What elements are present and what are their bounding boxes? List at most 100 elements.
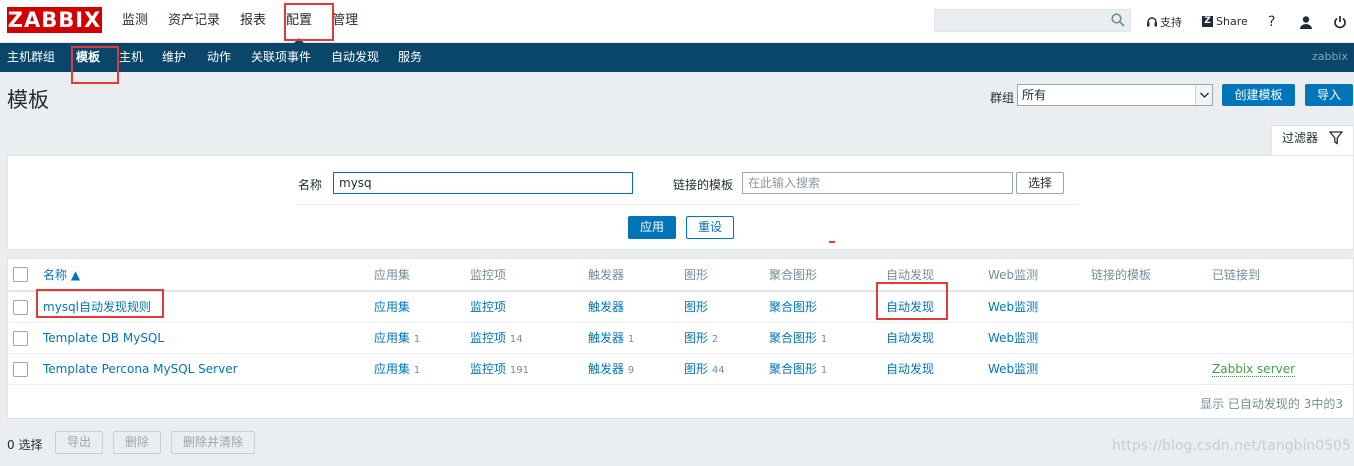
items-link[interactable]: 监控项 xyxy=(470,331,506,345)
screens-link[interactable]: 聚合图形 xyxy=(769,331,817,345)
graphs-count: 2 xyxy=(711,334,719,345)
row-checkbox[interactable] xyxy=(13,362,28,377)
row-checkbox[interactable] xyxy=(13,300,28,315)
linked-host-link[interactable]: Zabbix server xyxy=(1212,362,1296,377)
web-link[interactable]: Web监测 xyxy=(988,292,1038,323)
table-row: mysql自动发现规则 应用集 监控项 触发器 图形 聚合图形 自动发现 Web… xyxy=(8,292,1353,323)
select-button[interactable]: 选择 xyxy=(1016,172,1064,194)
triggers-link[interactable]: 触发器 xyxy=(588,331,624,345)
col-items: 监控项 xyxy=(470,268,507,282)
group-label: 群组 xyxy=(990,91,1015,105)
col-linked-templates: 链接的模板 xyxy=(1091,268,1152,282)
select-all-checkbox[interactable] xyxy=(13,267,28,282)
zabbix-logo[interactable]: ZABBIX xyxy=(7,7,102,33)
table-row: Template DB MySQL 应用集 1 监控项 14 触发器 1 图形 … xyxy=(8,323,1353,354)
discovery-link[interactable]: 自动发现 xyxy=(886,292,934,323)
graphs-link[interactable]: 图形 xyxy=(684,362,708,376)
applications-count: 1 xyxy=(413,334,421,345)
discovery-link[interactable]: 自动发现 xyxy=(886,323,934,354)
graphs-link[interactable]: 图形 xyxy=(684,331,708,345)
discovery-link[interactable]: 自动发现 xyxy=(886,354,934,385)
headset-icon xyxy=(1147,16,1157,26)
nav-inventory[interactable]: 资产记录 xyxy=(158,0,230,43)
applications-link[interactable]: 应用集 xyxy=(374,292,410,323)
main-nav: 监测 资产记录 报表 配置 管理 xyxy=(112,0,368,44)
template-name-link[interactable]: mysql自动发现规则 xyxy=(43,292,151,323)
filter-linked-input[interactable]: 在此输入搜索 xyxy=(742,172,1013,194)
nav-reports[interactable]: 报表 xyxy=(230,0,276,43)
nav-monitoring[interactable]: 监测 xyxy=(112,0,158,43)
screens-link[interactable]: 聚合图形 xyxy=(769,292,817,323)
support-link[interactable]: 支持 xyxy=(1146,0,1182,43)
subnav-maintenance[interactable]: 维护 xyxy=(162,43,186,71)
subnav-correlation[interactable]: 关联项事件 xyxy=(251,43,311,71)
templates-table: 名称 ▲ 应用集 监控项 触发器 图形 聚合图形 自动发现 Web监测 链接的模… xyxy=(7,258,1354,419)
power-icon xyxy=(1334,15,1346,28)
apply-button[interactable]: 应用 xyxy=(628,216,676,239)
sub-nav: 主机群组 模板 主机 维护 动作 关联项事件 自动发现 服务 zabbix xyxy=(0,43,1354,72)
red-mark xyxy=(829,241,835,243)
web-link[interactable]: Web监测 xyxy=(988,323,1038,354)
items-link[interactable]: 监控项 xyxy=(470,292,506,323)
filter-panel: 名称 mysq 链接的模板 在此输入搜索 选择 应用 重设 xyxy=(7,155,1354,250)
nav-configuration[interactable]: 配置 xyxy=(276,0,322,44)
share-link[interactable]: Z Share xyxy=(1202,0,1248,43)
col-applications: 应用集 xyxy=(374,268,411,282)
graphs-link[interactable]: 图形 xyxy=(684,292,708,323)
col-graphs: 图形 xyxy=(684,268,709,282)
user-profile-button[interactable] xyxy=(1299,0,1313,43)
filter-name-label: 名称 xyxy=(298,178,323,192)
filter-name-input[interactable]: mysq xyxy=(333,172,633,194)
subnav-templates[interactable]: 模板 xyxy=(76,43,100,71)
triggers-count: 1 xyxy=(627,334,635,345)
table-row: Template Percona MySQL Server 应用集 1 监控项 … xyxy=(8,354,1353,385)
filter-linked-label: 链接的模板 xyxy=(673,178,734,192)
page-title: 模板 xyxy=(7,88,49,112)
items-count: 191 xyxy=(509,365,529,376)
triggers-link[interactable]: 触发器 xyxy=(588,292,624,323)
col-triggers: 触发器 xyxy=(588,268,625,282)
col-web: Web监测 xyxy=(988,268,1039,282)
group-select[interactable]: 所有 xyxy=(1017,84,1213,106)
delete-clear-button[interactable]: 删除并清除 xyxy=(171,431,255,454)
subnav-discovery[interactable]: 自动发现 xyxy=(331,43,379,71)
subnav-services[interactable]: 服务 xyxy=(398,43,422,71)
chevron-down-icon[interactable] xyxy=(1195,85,1212,105)
reset-button[interactable]: 重设 xyxy=(686,216,734,239)
filter-tab[interactable]: 过滤器 xyxy=(1271,125,1354,156)
filter-linked-placeholder: 在此输入搜索 xyxy=(748,176,821,190)
logout-button[interactable] xyxy=(1333,0,1347,43)
help-button[interactable]: ? xyxy=(1268,0,1275,43)
applications-link[interactable]: 应用集 xyxy=(374,362,410,376)
col-linked-to: 已链接到 xyxy=(1212,268,1261,282)
nav-administration[interactable]: 管理 xyxy=(322,0,368,43)
col-screens: 聚合图形 xyxy=(769,268,818,282)
applications-count: 1 xyxy=(413,365,421,376)
filter-divider xyxy=(296,204,1079,205)
user-icon xyxy=(1300,15,1312,29)
triggers-count: 9 xyxy=(627,365,635,376)
web-link[interactable]: Web监测 xyxy=(988,354,1038,385)
global-search-input[interactable] xyxy=(934,9,1131,32)
delete-button[interactable]: 删除 xyxy=(113,431,161,454)
items-link[interactable]: 监控项 xyxy=(470,362,506,376)
subnav-hosts[interactable]: 主机 xyxy=(119,43,143,71)
col-name[interactable]: 名称 ▲ xyxy=(43,259,80,291)
triggers-link[interactable]: 触发器 xyxy=(588,362,624,376)
export-button[interactable]: 导出 xyxy=(55,431,103,454)
search-icon[interactable] xyxy=(1111,13,1125,27)
screens-count: 1 xyxy=(820,365,828,376)
template-name-link[interactable]: Template DB MySQL xyxy=(43,323,164,354)
subnav-host-groups[interactable]: 主机群组 xyxy=(7,43,55,71)
screens-link[interactable]: 聚合图形 xyxy=(769,362,817,376)
filter-tab-label: 过滤器 xyxy=(1282,131,1319,145)
create-template-button[interactable]: 创建模板 xyxy=(1222,84,1295,106)
table-footer-count: 显示 已自动发现的 3中的3 xyxy=(1200,397,1343,411)
applications-link[interactable]: 应用集 xyxy=(374,331,410,345)
import-button[interactable]: 导入 xyxy=(1305,84,1353,106)
screens-count: 1 xyxy=(820,334,828,345)
template-name-link[interactable]: Template Percona MySQL Server xyxy=(43,354,238,385)
subnav-actions[interactable]: 动作 xyxy=(207,43,231,71)
row-checkbox[interactable] xyxy=(13,331,28,346)
top-header: ZABBIX 监测 资产记录 报表 配置 管理 支持 Z Share ? xyxy=(0,0,1354,44)
